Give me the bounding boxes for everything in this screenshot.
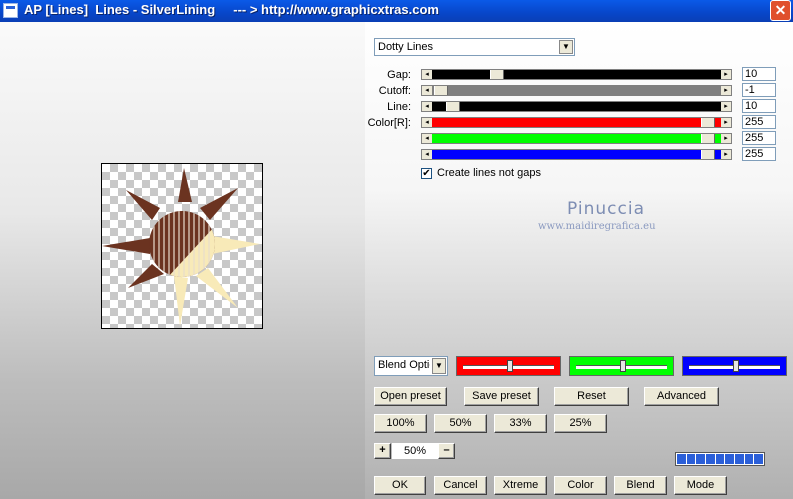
zoom-value: 50% [392, 443, 438, 459]
right-arrow-icon[interactable]: ▸ [721, 70, 731, 79]
preview-image[interactable] [101, 163, 263, 329]
zoom-100-button[interactable]: 100% [374, 414, 427, 433]
chevron-down-icon[interactable]: ▼ [432, 358, 446, 374]
color-g-slider-thumb[interactable] [701, 134, 715, 143]
color-r-value[interactable]: 255 [742, 115, 776, 129]
zoom-33-button[interactable]: 33% [494, 414, 547, 433]
blend-button[interactable]: Blend [614, 476, 667, 495]
effect-select-value: Dotty Lines [378, 41, 434, 53]
save-preset-button[interactable]: Save preset [464, 387, 539, 406]
zoom-in-button[interactable]: + [374, 443, 391, 459]
red-blend-knob[interactable] [507, 360, 513, 372]
line-slider[interactable]: ◂ ▸ [421, 101, 732, 112]
open-preset-button[interactable]: Open preset [374, 387, 447, 406]
cancel-button[interactable]: Cancel [434, 476, 487, 495]
color-b-slider-thumb[interactable] [701, 150, 715, 159]
mode-button[interactable]: Mode [674, 476, 727, 495]
ok-button[interactable]: OK [374, 476, 426, 495]
left-arrow-icon[interactable]: ◂ [422, 118, 432, 127]
color-g-value[interactable]: 255 [742, 131, 776, 145]
create-lines-checkbox[interactable]: ✔ [421, 168, 432, 179]
advanced-button[interactable]: Advanced [644, 387, 719, 406]
cutoff-label: Cutoff: [378, 85, 411, 97]
color-r-label: Color[R]: [367, 117, 411, 129]
gap-label: Gap: [387, 69, 411, 81]
zoom-25-button[interactable]: 25% [554, 414, 607, 433]
color-b-slider[interactable]: ◂ ▸ [421, 149, 732, 160]
sun-image [102, 168, 260, 326]
left-arrow-icon[interactable]: ◂ [422, 86, 432, 95]
green-blend-slider[interactable] [569, 356, 674, 376]
color-button[interactable]: Color [554, 476, 607, 495]
left-arrow-icon[interactable]: ◂ [422, 70, 432, 79]
line-value[interactable]: 10 [742, 99, 776, 113]
gap-slider-thumb[interactable] [490, 70, 504, 79]
watermark-url: www.maidiregrafica.eu [538, 221, 656, 232]
right-arrow-icon[interactable]: ▸ [721, 118, 731, 127]
gap-value[interactable]: 10 [742, 67, 776, 81]
progress-indicator [675, 452, 765, 466]
zoom-out-button[interactable]: – [438, 443, 455, 459]
red-blend-slider[interactable] [456, 356, 561, 376]
color-g-slider[interactable]: ◂ ▸ [421, 133, 732, 144]
line-label: Line: [387, 101, 411, 113]
blue-blend-knob[interactable] [733, 360, 739, 372]
xtreme-button[interactable]: Xtreme [494, 476, 547, 495]
right-arrow-icon[interactable]: ▸ [721, 102, 731, 111]
cutoff-slider-thumb[interactable] [434, 86, 448, 95]
color-r-slider[interactable]: ◂ ▸ [421, 117, 732, 128]
blend-select[interactable]: Blend Optio ▼ [374, 356, 448, 376]
title-bar[interactable]: AP [Lines] Lines - SilverLining --- > ht… [0, 0, 793, 22]
reset-button[interactable]: Reset [554, 387, 629, 406]
green-blend-knob[interactable] [620, 360, 626, 372]
cutoff-slider[interactable]: ◂ ▸ [421, 85, 732, 96]
zoom-50-button[interactable]: 50% [434, 414, 487, 433]
blue-blend-slider[interactable] [682, 356, 787, 376]
right-arrow-icon[interactable]: ▸ [721, 86, 731, 95]
right-arrow-icon[interactable]: ▸ [721, 150, 731, 159]
gap-slider[interactable]: ◂ ▸ [421, 69, 732, 80]
color-r-slider-thumb[interactable] [701, 118, 715, 127]
left-arrow-icon[interactable]: ◂ [422, 102, 432, 111]
create-lines-label: Create lines not gaps [437, 167, 541, 179]
effect-select[interactable]: Dotty Lines ▼ [374, 38, 575, 56]
left-arrow-icon[interactable]: ◂ [422, 134, 432, 143]
color-b-value[interactable]: 255 [742, 147, 776, 161]
blend-select-value: Blend Optio [378, 359, 430, 371]
chevron-down-icon[interactable]: ▼ [559, 40, 573, 54]
close-button[interactable]: ✕ [770, 0, 791, 21]
right-arrow-icon[interactable]: ▸ [721, 134, 731, 143]
line-slider-thumb[interactable] [446, 102, 460, 111]
window-icon[interactable] [3, 3, 18, 18]
left-arrow-icon[interactable]: ◂ [422, 150, 432, 159]
cutoff-value[interactable]: -1 [742, 83, 776, 97]
watermark-name: Pinuccia [567, 199, 645, 219]
window-title: AP [Lines] Lines - SilverLining --- > ht… [24, 2, 439, 17]
